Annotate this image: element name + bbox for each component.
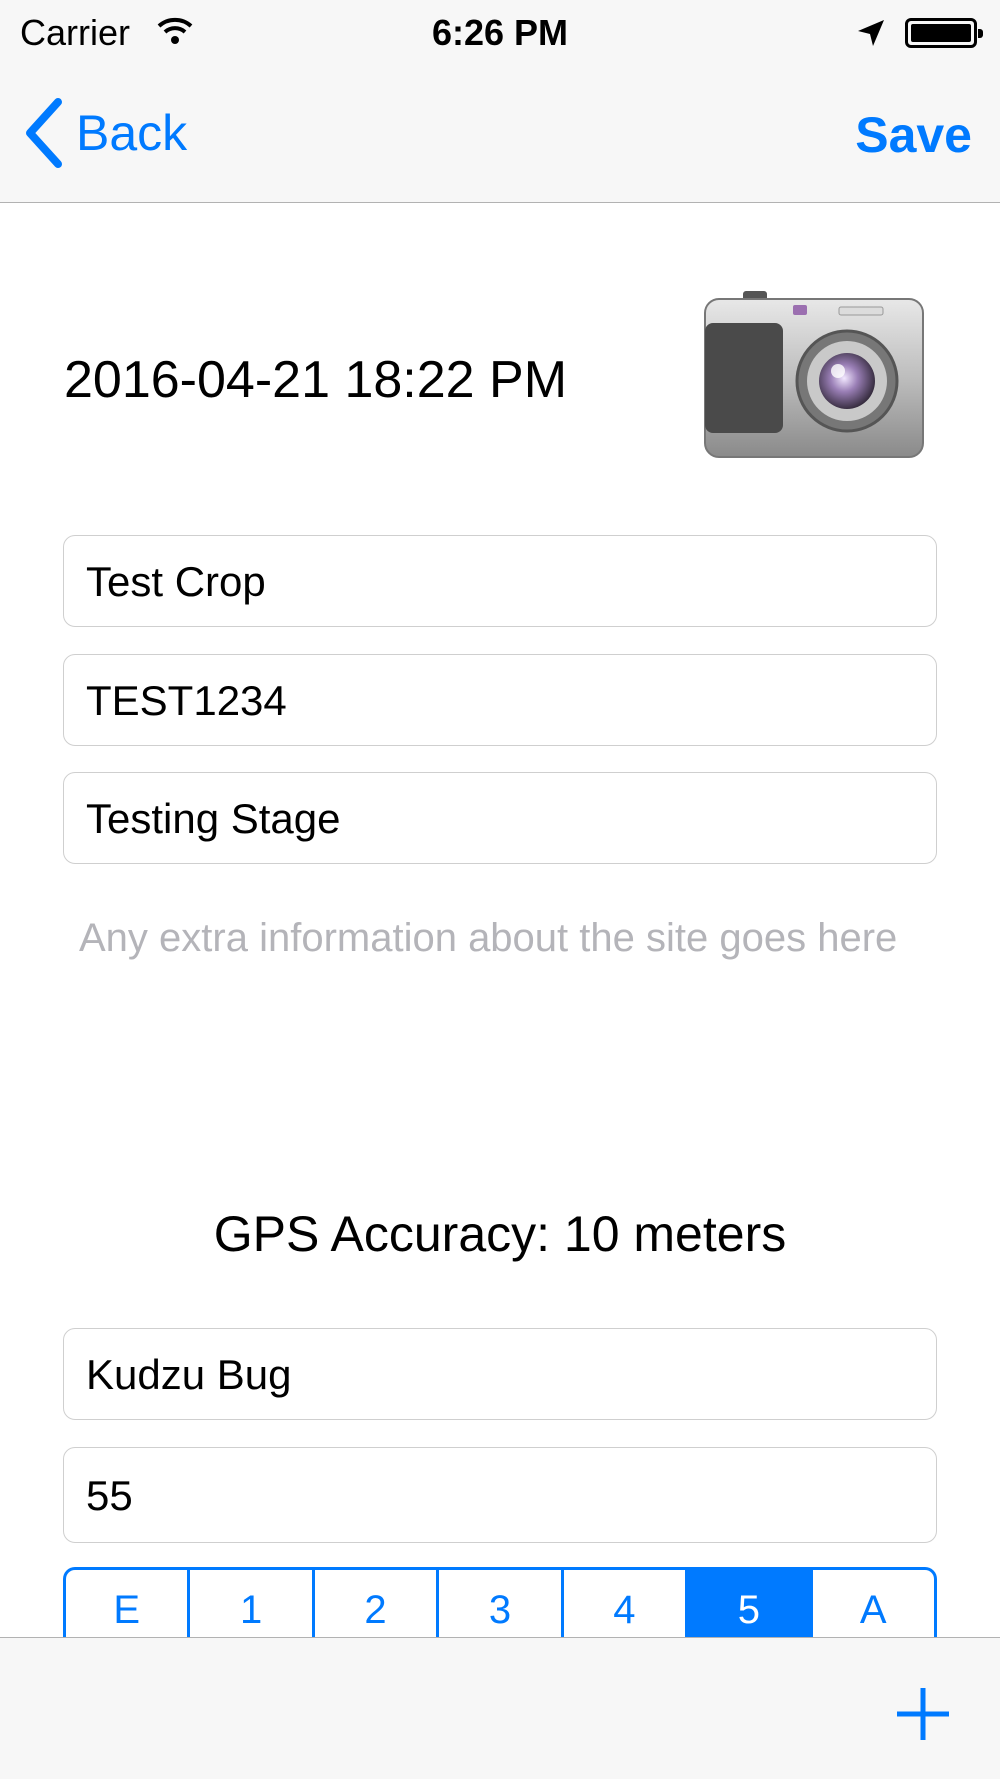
stage-field[interactable]: Testing Stage [63, 772, 937, 864]
navigation-bar: Back Save [0, 70, 1000, 203]
crop-value: Test Crop [86, 558, 266, 605]
battery-icon [905, 18, 983, 48]
save-button[interactable]: Save [855, 106, 972, 164]
camera-icon[interactable] [697, 285, 929, 465]
plus-icon[interactable] [895, 1686, 951, 1742]
segment-a[interactable]: A [813, 1570, 934, 1637]
segment-1[interactable]: 1 [190, 1570, 315, 1637]
crop-field[interactable]: Test Crop [63, 535, 937, 627]
segment-3[interactable]: 3 [439, 1570, 564, 1637]
stage-value: Testing Stage [86, 795, 341, 842]
count-field[interactable]: 55 [63, 1447, 937, 1543]
code-value: TEST1234 [86, 677, 287, 724]
gps-accuracy-label: GPS Accuracy: 10 meters [213, 1206, 787, 1262]
rating-segmented-control[interactable]: E 1 2 3 4 5 A [63, 1567, 937, 1637]
back-button[interactable]: Back [22, 98, 187, 168]
record-datetime: 2016-04-21 18:22 PM [64, 351, 568, 409]
notes-textview[interactable]: Any extra information about the site goe… [79, 912, 939, 965]
status-time: 6:26 PM [431, 12, 569, 53]
pest-value: Kudzu Bug [86, 1351, 292, 1398]
bottom-toolbar [0, 1637, 1000, 1779]
segment-2[interactable]: 2 [315, 1570, 440, 1637]
back-label: Back [76, 105, 188, 161]
status-bar: Carrier 6:26 PM [0, 0, 1000, 70]
location-arrow-icon [858, 20, 884, 46]
segment-e[interactable]: E [66, 1570, 191, 1637]
pest-field[interactable]: Kudzu Bug [63, 1328, 937, 1420]
segment-5[interactable]: 5 [688, 1570, 813, 1637]
segment-4[interactable]: 4 [564, 1570, 689, 1637]
count-value: 55 [86, 1472, 133, 1519]
code-field[interactable]: TEST1234 [63, 654, 937, 746]
back-chevron-icon [26, 98, 62, 168]
